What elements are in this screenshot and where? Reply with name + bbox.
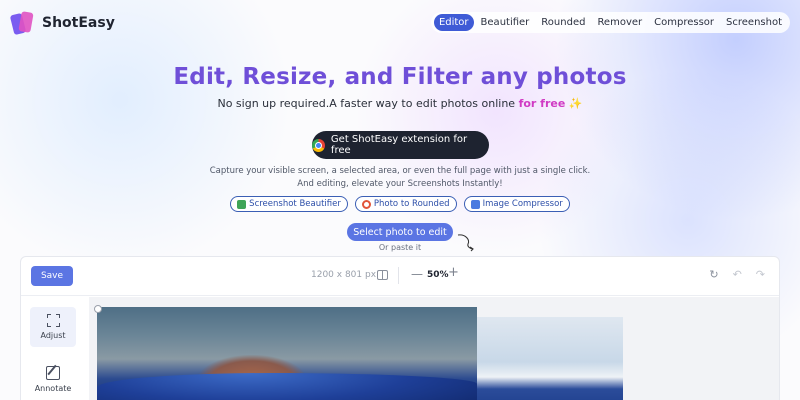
get-extension-button[interactable]: Get ShotEasy extension for free bbox=[312, 131, 489, 159]
main-nav: Editor Beautifier Rounded Remover Compre… bbox=[430, 12, 790, 33]
save-button[interactable]: Save bbox=[31, 266, 73, 286]
link-label: Photo to Rounded bbox=[373, 199, 450, 209]
zoom-out-icon[interactable]: — bbox=[411, 267, 423, 281]
tool-label: Annotate bbox=[34, 383, 72, 393]
preview-image-right bbox=[475, 317, 623, 400]
sparkle-icon: ✨ bbox=[568, 97, 583, 110]
download-icon bbox=[470, 199, 480, 209]
nav-remover[interactable]: Remover bbox=[592, 14, 647, 31]
compare-icon[interactable] bbox=[377, 270, 388, 280]
photo-editor: Save 1200 x 801 px — 50% + ↻ ↶ ↷ Adjust … bbox=[20, 256, 780, 400]
toolbar-divider bbox=[398, 267, 399, 284]
get-extension-label: Get ShotEasy extension for free bbox=[330, 134, 468, 156]
nav-beautifier[interactable]: Beautifier bbox=[476, 14, 535, 31]
crop-handle[interactable] bbox=[94, 305, 102, 313]
preview-image-blurred bbox=[97, 307, 477, 400]
subtitle-text: No sign up required.A faster way to edit… bbox=[217, 97, 519, 110]
undo-icon[interactable]: ↶ bbox=[733, 268, 742, 281]
hero-subtitle: No sign up required.A faster way to edit… bbox=[0, 97, 800, 110]
editor-toolbar: Save 1200 x 801 px — 50% + ↻ ↶ ↷ bbox=[21, 257, 779, 296]
link-label: Screenshot Beautifier bbox=[249, 199, 341, 209]
wave-shape bbox=[97, 373, 477, 400]
logo-icon bbox=[9, 11, 36, 36]
select-photo-button[interactable]: Select photo to edit bbox=[347, 223, 453, 241]
tool-sidebar: Adjust Annotate bbox=[21, 297, 87, 400]
zoom-in-icon[interactable]: + bbox=[448, 265, 459, 280]
nav-editor[interactable]: Editor bbox=[433, 14, 474, 31]
zoom-level: 50% bbox=[427, 270, 449, 280]
image-dimensions: 1200 x 801 px bbox=[311, 270, 377, 280]
description-line-2: And editing, elevate your Screenshots In… bbox=[297, 179, 503, 189]
screenshot-beautifier-link[interactable]: Screenshot Beautifier bbox=[230, 196, 348, 212]
nav-rounded[interactable]: Rounded bbox=[536, 14, 590, 31]
description-line-1: Capture your visible screen, a selected … bbox=[209, 166, 591, 176]
image-compressor-link[interactable]: Image Compressor bbox=[463, 196, 570, 212]
chrome-icon bbox=[312, 138, 325, 152]
annotate-icon bbox=[46, 365, 60, 380]
editor-canvas[interactable] bbox=[89, 297, 779, 400]
subtitle-highlight: for free bbox=[518, 97, 566, 110]
adjust-icon bbox=[46, 314, 60, 327]
lifebuoy-icon bbox=[361, 199, 371, 209]
hero-title: Edit, Resize, and Filter any photos bbox=[173, 64, 627, 90]
tool-adjust[interactable]: Adjust bbox=[30, 307, 76, 347]
paste-hint: Or paste it bbox=[378, 243, 422, 252]
tool-annotate[interactable]: Annotate bbox=[30, 359, 76, 399]
photo-to-rounded-link[interactable]: Photo to Rounded bbox=[354, 196, 457, 212]
brand-logo[interactable]: ShotEasy bbox=[9, 11, 115, 36]
feature-links: Screenshot Beautifier Photo to Rounded I… bbox=[0, 196, 800, 212]
history-controls: ↻ ↶ ↷ bbox=[709, 268, 765, 281]
nav-compressor[interactable]: Compressor bbox=[649, 14, 719, 31]
reset-icon[interactable]: ↻ bbox=[709, 268, 718, 281]
redo-icon[interactable]: ↷ bbox=[756, 268, 765, 281]
brand-name: ShotEasy bbox=[42, 15, 115, 31]
nav-screenshot[interactable]: Screenshot bbox=[721, 14, 787, 31]
link-label: Image Compressor bbox=[482, 199, 563, 209]
tool-label: Adjust bbox=[40, 331, 66, 340]
curved-arrow-icon bbox=[457, 234, 474, 252]
image-icon bbox=[237, 199, 247, 209]
